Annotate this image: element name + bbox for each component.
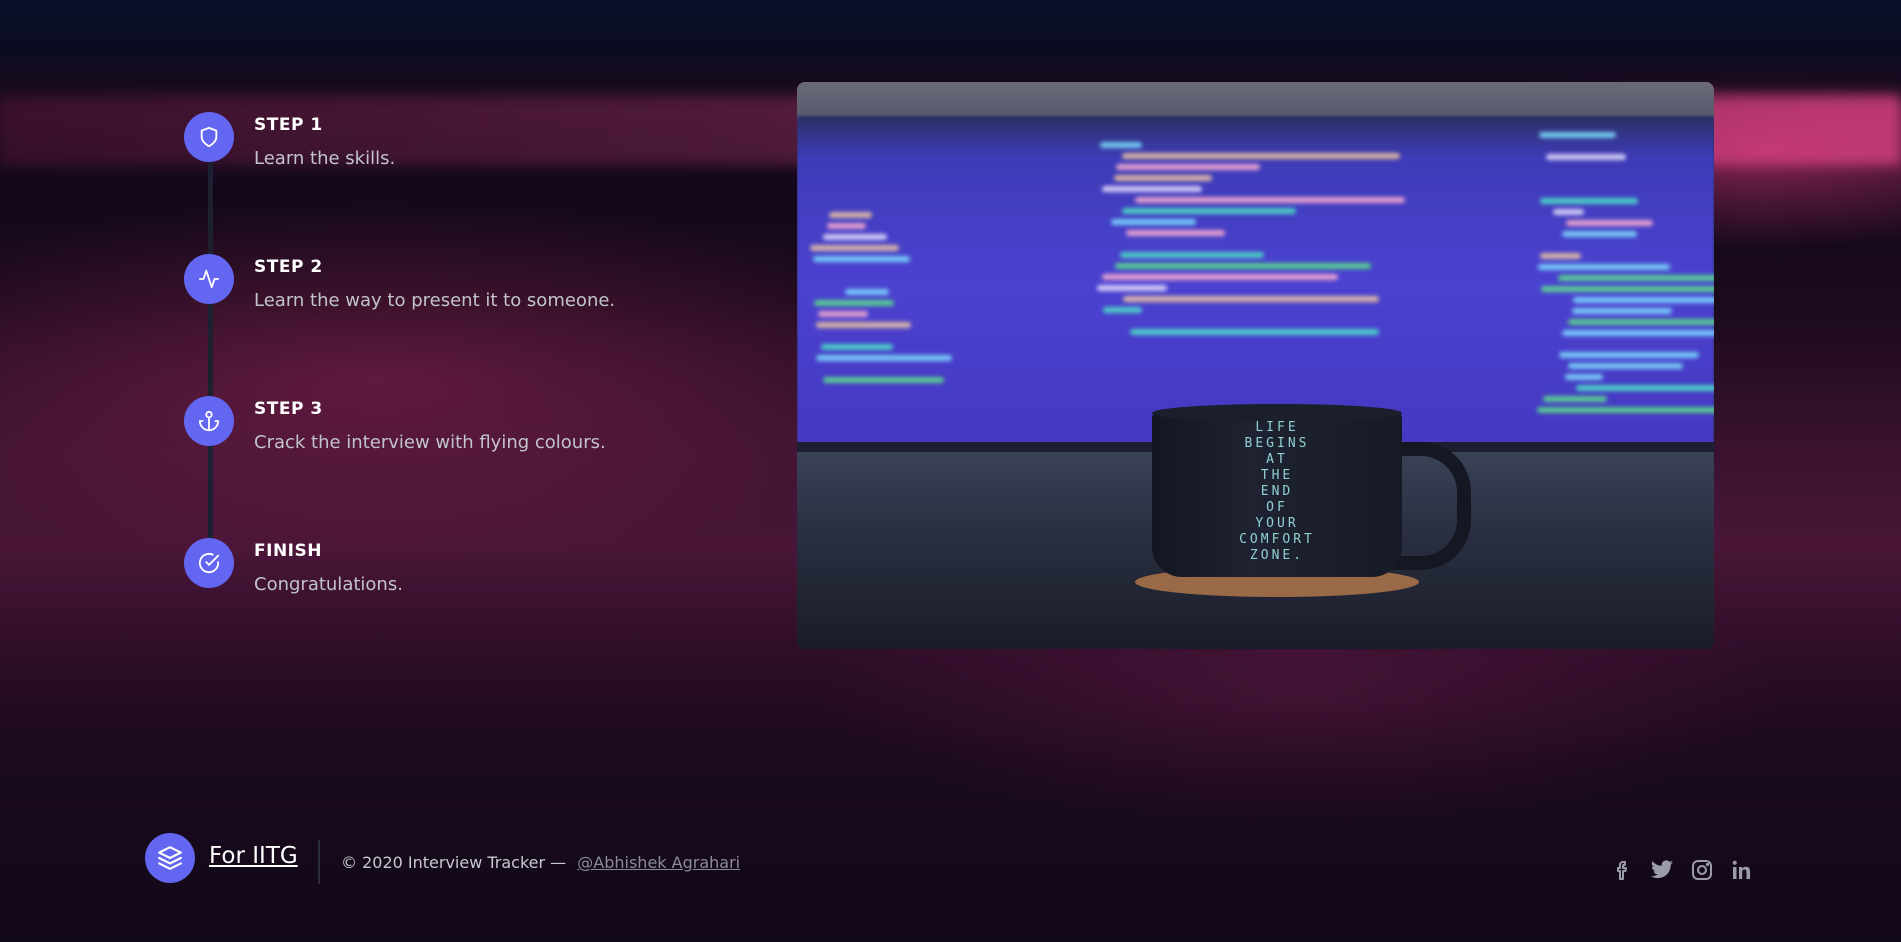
social-links bbox=[1609, 857, 1755, 883]
hero-image: LIFE BEGINS AT THE END OF YOUR COMFORT Z… bbox=[797, 82, 1714, 649]
code-line bbox=[829, 212, 872, 218]
twitter-icon[interactable] bbox=[1649, 857, 1675, 883]
code-line bbox=[1540, 253, 1581, 259]
code-line bbox=[1111, 219, 1196, 225]
anchor-icon bbox=[184, 396, 234, 446]
code-line bbox=[1543, 396, 1607, 402]
code-line bbox=[1130, 329, 1379, 335]
code-line bbox=[1546, 154, 1626, 160]
step-description: Learn the way to present it to someone. bbox=[254, 290, 616, 311]
mug-text-line: OF bbox=[1266, 500, 1288, 515]
steps-timeline: STEP 1 Learn the skills. STEP 2 Learn th… bbox=[184, 110, 744, 678]
code-line bbox=[1135, 197, 1405, 203]
code-line bbox=[1539, 132, 1616, 138]
code-line bbox=[823, 377, 944, 383]
code-line bbox=[1114, 175, 1212, 181]
mug-text-line: THE bbox=[1260, 468, 1294, 483]
mug-text-line: END bbox=[1260, 484, 1294, 499]
footer: For IITG © 2020 Interview Tracker — @Abh… bbox=[145, 833, 1765, 885]
code-line bbox=[1566, 220, 1653, 226]
code-line bbox=[813, 256, 910, 262]
layers-icon[interactable] bbox=[145, 833, 195, 883]
facebook-icon[interactable] bbox=[1609, 857, 1635, 883]
step-1: STEP 1 Learn the skills. bbox=[184, 110, 744, 252]
code-line bbox=[1102, 186, 1202, 192]
activity-icon bbox=[184, 254, 234, 304]
code-line bbox=[818, 311, 868, 317]
step-title: STEP 2 bbox=[254, 257, 323, 277]
copyright-label: © 2020 Interview Tracker — bbox=[341, 853, 567, 872]
code-line bbox=[816, 322, 911, 328]
step-title: STEP 3 bbox=[254, 399, 323, 419]
instagram-icon[interactable] bbox=[1689, 857, 1715, 883]
mug-text-line: LIFE bbox=[1255, 420, 1299, 435]
code-line bbox=[1562, 330, 1714, 336]
linkedin-icon[interactable] bbox=[1729, 857, 1755, 883]
code-line bbox=[1538, 264, 1670, 270]
mug-text-line: AT bbox=[1266, 452, 1288, 467]
step-description: Crack the interview with flying colours. bbox=[254, 432, 606, 453]
code-line bbox=[1116, 164, 1260, 170]
code-line bbox=[1120, 252, 1264, 258]
step-finish: FINISH Congratulations. bbox=[184, 536, 744, 678]
code-line bbox=[1537, 407, 1714, 413]
step-2: STEP 2 Learn the way to present it to so… bbox=[184, 252, 744, 394]
code-line bbox=[1541, 286, 1714, 292]
step-3: STEP 3 Crack the interview with flying c… bbox=[184, 394, 744, 536]
code-line bbox=[1576, 385, 1714, 391]
code-line bbox=[1122, 153, 1400, 159]
code-line bbox=[823, 234, 887, 240]
mug-text-line: BEGINS bbox=[1244, 436, 1310, 451]
code-line bbox=[1558, 275, 1714, 281]
code-line bbox=[1123, 296, 1379, 302]
step-description: Learn the skills. bbox=[254, 148, 396, 169]
code-line bbox=[1568, 319, 1714, 325]
code-line bbox=[821, 344, 893, 350]
code-line bbox=[1103, 307, 1142, 313]
code-line bbox=[1126, 230, 1225, 236]
step-description: Congratulations. bbox=[254, 574, 403, 595]
author-link[interactable]: @Abhishek Agrahari bbox=[577, 853, 740, 872]
code-line bbox=[816, 355, 952, 361]
brand-link[interactable]: For IITG bbox=[209, 843, 298, 869]
mug-text-line: YOUR bbox=[1255, 516, 1299, 531]
code-line bbox=[814, 300, 894, 306]
mug-text-line: ZONE. bbox=[1249, 548, 1305, 563]
code-line bbox=[845, 289, 889, 295]
code-line bbox=[1572, 308, 1672, 314]
check-circle-icon bbox=[184, 538, 234, 588]
step-title: STEP 1 bbox=[254, 115, 323, 135]
code-line bbox=[810, 245, 899, 251]
footer-divider bbox=[318, 840, 320, 884]
copyright-text: © 2020 Interview Tracker — @Abhishek Agr… bbox=[341, 853, 740, 872]
code-line bbox=[1573, 297, 1714, 303]
code-line bbox=[1100, 142, 1142, 148]
code-line bbox=[827, 223, 866, 229]
code-line bbox=[1115, 263, 1371, 269]
mug-text-line: COMFORT bbox=[1239, 532, 1315, 547]
code-line bbox=[1097, 285, 1167, 291]
code-line bbox=[1102, 274, 1338, 280]
step-title: FINISH bbox=[254, 541, 322, 561]
code-line bbox=[1568, 363, 1683, 369]
code-line bbox=[1553, 209, 1584, 215]
code-line bbox=[1122, 208, 1296, 214]
code-line bbox=[1540, 198, 1638, 204]
mug-text: LIFE BEGINS AT THE END OF YOUR COMFORT Z… bbox=[1152, 420, 1402, 564]
code-line bbox=[1562, 231, 1637, 237]
code-line bbox=[1559, 352, 1699, 358]
code-line bbox=[1565, 374, 1603, 380]
shield-icon bbox=[184, 112, 234, 162]
